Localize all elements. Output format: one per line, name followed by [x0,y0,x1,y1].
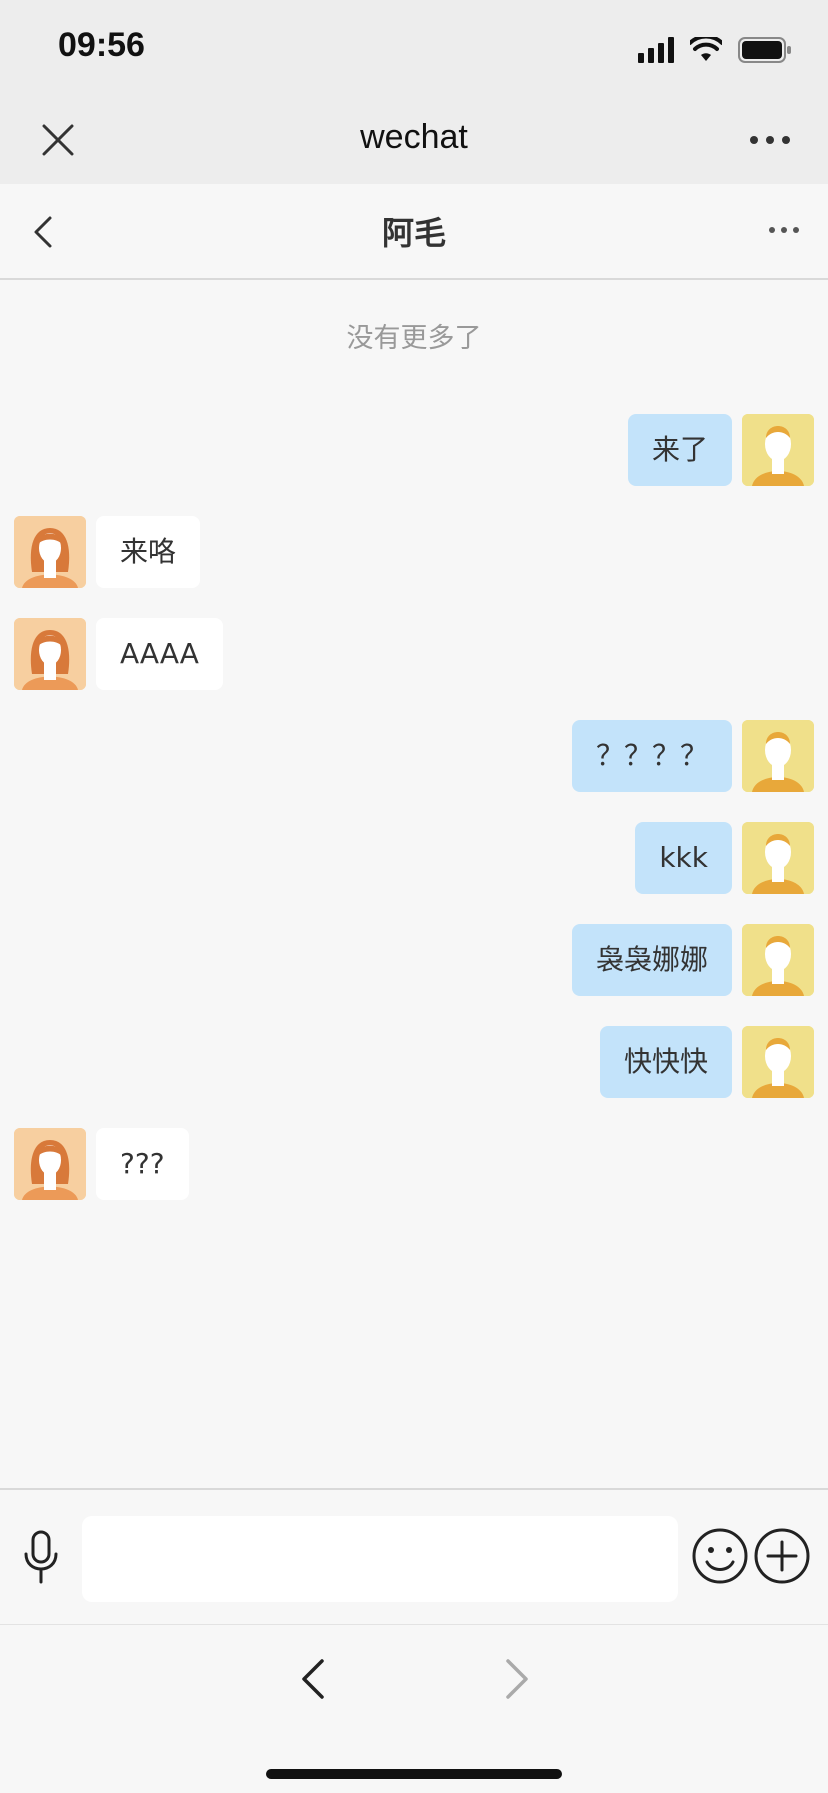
emoji-icon[interactable] [690,1526,750,1586]
chat-header: 阿毛 [0,184,828,280]
message-row: AAAA [0,618,828,690]
back-arrow-icon[interactable] [296,1655,330,1703]
female-avatar[interactable] [14,516,86,588]
message-row: kkk [0,822,828,894]
male-avatar[interactable] [742,924,814,996]
input-bar [0,1488,828,1626]
message-row: 快快快 [0,1026,828,1098]
microphone-icon[interactable] [20,1530,62,1584]
message-bubble[interactable]: ??? [96,1128,189,1200]
wechat-title: wechat [360,118,468,156]
message-row: 来了 [0,414,828,486]
male-avatar[interactable] [742,1026,814,1098]
female-avatar[interactable] [14,1128,86,1200]
chat-title: 阿毛 [381,214,446,252]
battery-icon [738,37,791,63]
more-dots-icon[interactable] [748,126,792,154]
forward-arrow-icon[interactable] [500,1655,534,1703]
message-bubble[interactable]: 快快快 [599,1026,732,1098]
status-bar: 09:56 [0,0,828,96]
male-avatar[interactable] [742,822,814,894]
wifi-icon [690,37,722,61]
message-bubble[interactable]: kkk [635,822,732,894]
browser-nav [0,1624,828,1793]
message-bubble[interactable]: 来咯 [96,516,201,588]
message-input[interactable] [82,1516,678,1602]
plus-icon[interactable] [752,1526,812,1586]
cellular-signal-icon [638,37,674,63]
status-icons [638,34,792,66]
message-bubble[interactable]: AAAA [96,618,223,690]
message-row: 袅袅娜娜 [0,924,828,996]
no-more-text: 没有更多了 [346,323,482,354]
chat-more-icon[interactable] [768,220,800,240]
message-row: ？？？？ [0,720,828,792]
female-avatar[interactable] [14,618,86,690]
message-row: ??? [0,1128,828,1200]
message-bubble[interactable]: 袅袅娜娜 [571,924,732,996]
male-avatar[interactable] [742,720,814,792]
message-row: 来咯 [0,516,828,588]
wechat-title-bar: wechat [0,96,828,184]
message-bubble[interactable]: ？？？？ [571,720,732,792]
message-bubble[interactable]: 来了 [627,414,732,486]
male-avatar[interactable] [742,414,814,486]
home-indicator[interactable] [266,1769,562,1779]
status-time: 09:56 [58,26,145,64]
